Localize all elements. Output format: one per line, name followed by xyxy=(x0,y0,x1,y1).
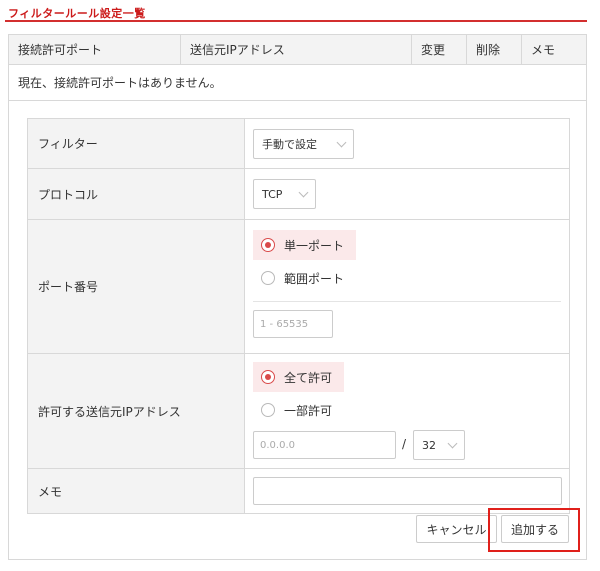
radio-range-port[interactable]: 範囲ポート xyxy=(253,263,356,293)
protocol-label: プロトコル xyxy=(28,169,245,219)
table-header: 接続許可ポート 送信元IPアドレス 変更 削除 メモ xyxy=(9,35,586,65)
subnet-mask-select[interactable]: 32 xyxy=(413,430,465,460)
port-row: ポート番号 単一ポート 範囲ポート 1 - 65535 xyxy=(28,220,569,354)
column-allowed-port: 接続許可ポート xyxy=(9,35,181,64)
memo-row: メモ xyxy=(28,469,569,513)
chevron-down-icon xyxy=(447,438,458,449)
radio-range-port-label: 範囲ポート xyxy=(284,271,345,286)
port-number-placeholder: 1 - 65535 xyxy=(260,318,309,330)
chevron-down-icon xyxy=(298,187,309,198)
chevron-down-icon xyxy=(336,137,347,148)
radio-allow-partial-label: 一部許可 xyxy=(284,403,333,418)
radio-selected-icon xyxy=(261,238,275,252)
source-ip-placeholder: 0.0.0.0 xyxy=(260,439,295,451)
port-label: ポート番号 xyxy=(28,220,245,353)
add-rule-panel: フィルター 手動で設定 プロトコル TCP ポート番号 単一ポート 範囲ポート … xyxy=(8,100,587,560)
subnet-mask-value: 32 xyxy=(422,438,436,452)
empty-message: 現在、接続許可ポートはありません。 xyxy=(18,76,222,90)
radio-single-port-label: 単一ポート xyxy=(284,238,345,253)
radio-unselected-icon xyxy=(261,403,275,417)
add-rule-form: フィルター 手動で設定 プロトコル TCP ポート番号 単一ポート 範囲ポート … xyxy=(27,118,570,514)
ip-mask-separator: / xyxy=(402,437,407,451)
filter-select-value: 手動で設定 xyxy=(262,138,317,151)
radio-allow-partial[interactable]: 一部許可 xyxy=(253,395,344,425)
source-ip-input[interactable]: 0.0.0.0 xyxy=(253,431,396,459)
radio-allow-all-label: 全て許可 xyxy=(284,370,333,385)
radio-single-port[interactable]: 単一ポート xyxy=(253,230,357,260)
port-number-input[interactable]: 1 - 65535 xyxy=(253,310,333,338)
filter-label: フィルター xyxy=(28,119,245,168)
column-source-ip: 送信元IPアドレス xyxy=(181,35,412,64)
column-edit: 変更 xyxy=(412,35,467,64)
radio-unselected-icon xyxy=(261,271,275,285)
protocol-select-value: TCP xyxy=(262,187,283,201)
memo-input[interactable] xyxy=(253,477,562,505)
radio-selected-icon xyxy=(261,370,275,384)
port-rules-table: 接続許可ポート 送信元IPアドレス 変更 削除 メモ 現在、接続許可ポートはあり… xyxy=(8,34,587,101)
source-ip-label: 許可する送信元IPアドレス xyxy=(28,354,245,468)
add-button-highlight xyxy=(488,508,580,552)
protocol-row: プロトコル TCP xyxy=(28,169,569,220)
radio-allow-all[interactable]: 全て許可 xyxy=(253,362,345,392)
protocol-select[interactable]: TCP xyxy=(253,179,316,209)
filter-row: フィルター 手動で設定 xyxy=(28,119,569,169)
filter-select[interactable]: 手動で設定 xyxy=(253,129,354,159)
column-delete: 削除 xyxy=(467,35,522,64)
cancel-button[interactable]: キャンセル xyxy=(416,515,497,543)
memo-label: メモ xyxy=(28,469,245,513)
title-underline xyxy=(5,20,587,22)
page-title: フィルタールール設定一覧 xyxy=(8,7,146,20)
divider xyxy=(253,301,561,302)
source-ip-row: 許可する送信元IPアドレス 全て許可 一部許可 0.0.0.0 / 32 xyxy=(28,354,569,469)
column-memo: メモ xyxy=(531,43,556,57)
